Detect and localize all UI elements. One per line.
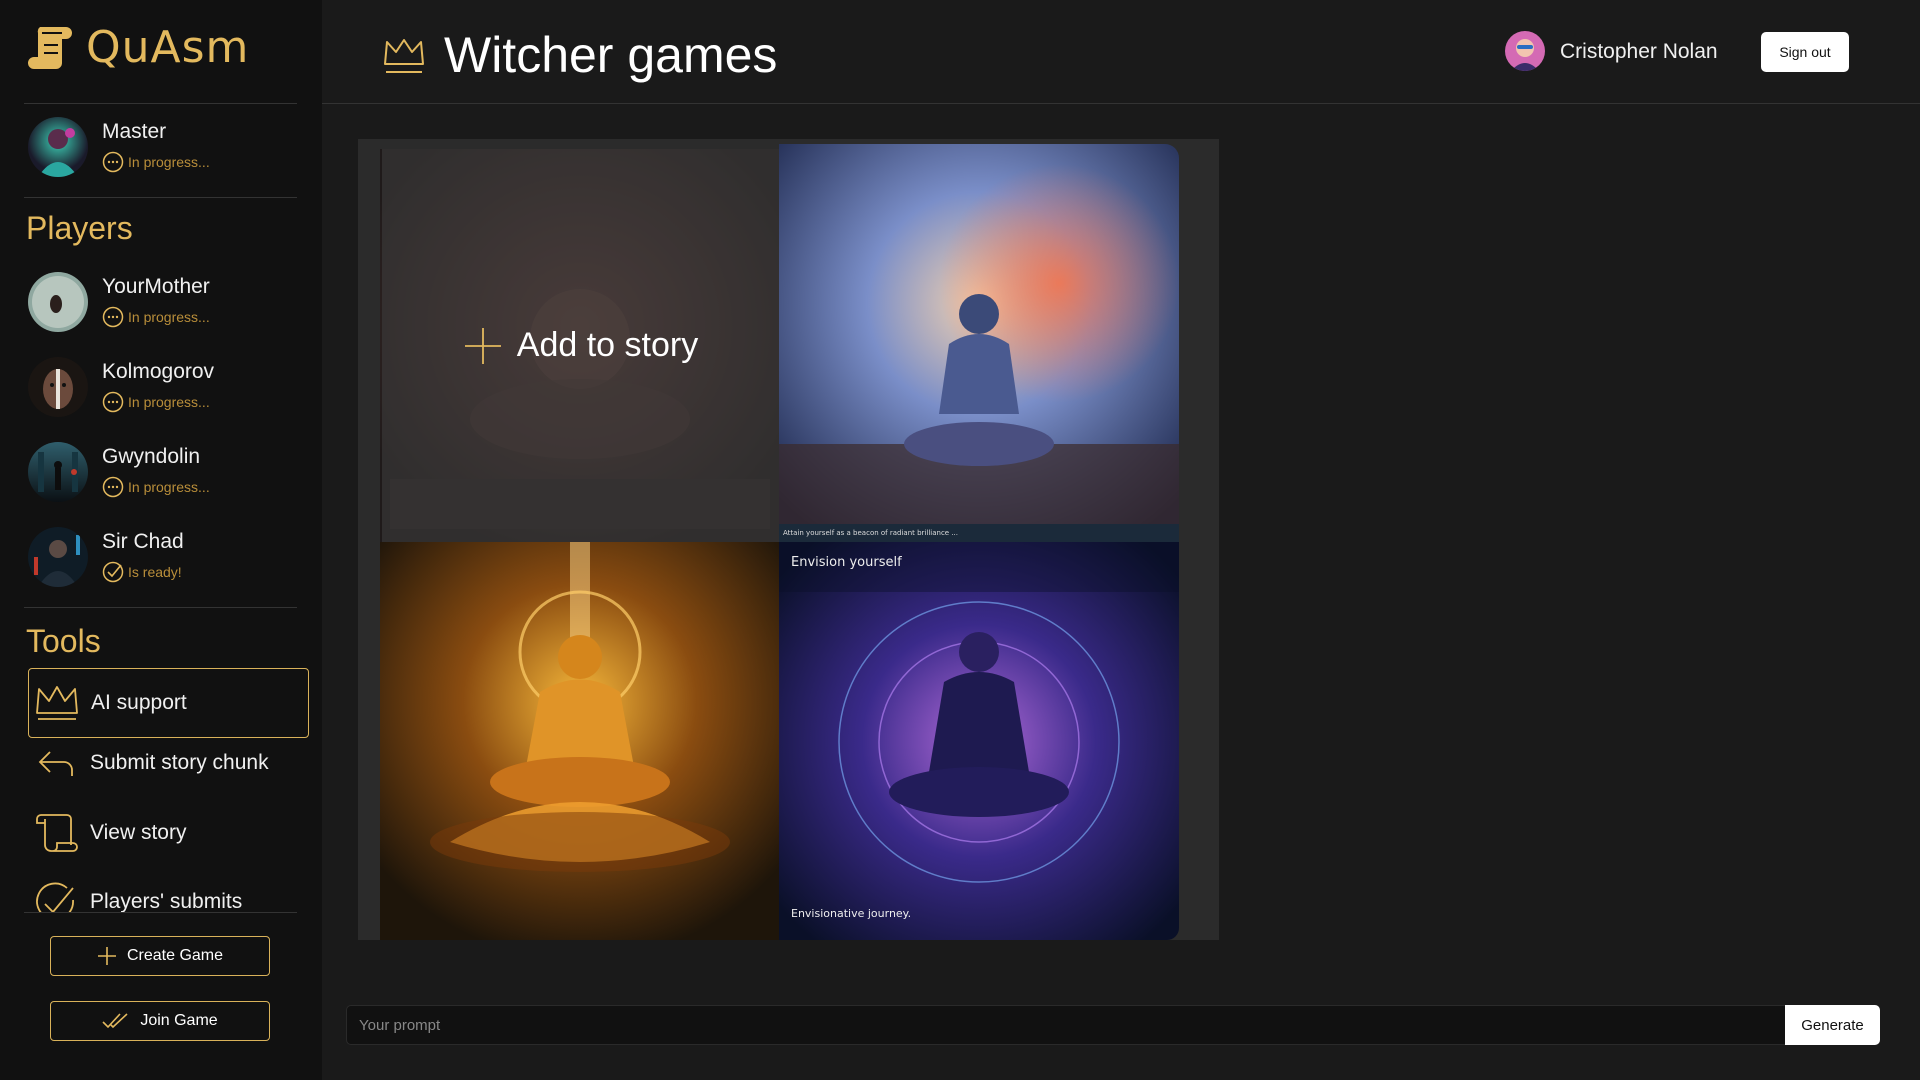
player-card[interactable]: YourMother In progress... [28, 272, 210, 332]
join-game-label: Join Game [140, 1012, 218, 1029]
page-title: Witcher games [444, 27, 778, 83]
in-progress-icon [102, 476, 124, 498]
player-status-text: In progress... [128, 309, 210, 325]
tool-players-submits[interactable]: Players' submits [28, 866, 309, 912]
avatar [28, 272, 88, 332]
user-avatar[interactable] [1505, 31, 1545, 71]
image-caption-footer: Envisionative journey. [791, 907, 911, 920]
add-to-story-button[interactable]: Add to story [382, 149, 779, 542]
player-name: YourMother [102, 275, 210, 298]
double-check-icon [102, 1013, 128, 1029]
player-name: Kolmogorov [102, 360, 215, 383]
avatar [28, 357, 88, 417]
in-progress-icon [102, 151, 124, 173]
in-progress-icon [102, 391, 124, 413]
crown-icon [33, 679, 81, 727]
reply-arrow-icon [32, 739, 80, 787]
image-caption-title: Envision yourself [791, 555, 902, 570]
divider [24, 197, 297, 198]
check-circle-icon [32, 880, 80, 912]
create-game-button[interactable]: Create Game [50, 936, 270, 976]
master-status: In progress... [102, 151, 210, 173]
logo: QuAsm [28, 22, 249, 73]
player-status-text: Is ready! [128, 564, 182, 580]
sign-out-button[interactable]: Sign out [1761, 32, 1849, 72]
join-game-button[interactable]: Join Game [50, 1001, 270, 1041]
avatar [28, 442, 88, 502]
scroll-logo-icon [28, 26, 72, 69]
app-name: QuAsm [86, 22, 250, 73]
create-game-label: Create Game [126, 947, 224, 964]
tool-label: Players' submits [90, 890, 243, 912]
player-status: In progress... [102, 306, 210, 328]
app-root: QuAsm Master In progress... Players Your… [0, 0, 1920, 1080]
tools-heading: Tools [26, 623, 101, 659]
avatar [28, 527, 88, 587]
user-name: Cristopher Nolan [1560, 40, 1718, 63]
master-name: Master [102, 120, 167, 143]
plus-icon [97, 947, 116, 965]
tool-label: AI support [91, 691, 187, 714]
player-card[interactable]: Gwyndolin In progress... [28, 442, 210, 502]
image-grid: Attain yourself as a beacon of radiant b… [358, 139, 1219, 940]
generated-image-3[interactable] [380, 542, 780, 940]
master-card[interactable]: Master In progress... [28, 117, 210, 177]
tool-label: View story [90, 821, 187, 844]
master-status-text: In progress... [128, 154, 210, 170]
player-card[interactable]: Kolmogorov In progress... [28, 357, 214, 417]
divider [24, 103, 297, 104]
prompt-input[interactable] [346, 1005, 1786, 1045]
tool-label: Submit story chunk [90, 751, 269, 774]
player-status-text: In progress... [128, 394, 210, 410]
divider [24, 607, 297, 608]
add-to-story-label: Add to story [516, 326, 699, 364]
scroll-icon [32, 809, 80, 857]
player-card[interactable]: Sir Chad Is ready! [28, 527, 184, 587]
player-status: In progress... [102, 476, 210, 498]
generated-image-2[interactable]: Attain yourself as a beacon of radiant b… [779, 144, 1179, 542]
tool-view-story[interactable]: View story [28, 798, 309, 868]
generated-image-4[interactable]: Envision yourself Envisionative journey. [779, 542, 1179, 940]
players-heading: Players [26, 210, 133, 246]
in-progress-icon [102, 306, 124, 328]
svg-text:Attain yourself as a beacon of: Attain yourself as a beacon of radiant b… [783, 529, 958, 537]
sidebar: QuAsm Master In progress... Players Your… [0, 0, 322, 1080]
avatar [28, 117, 88, 177]
tool-submit-story-chunk[interactable]: Submit story chunk [28, 728, 309, 798]
player-name: Sir Chad [102, 530, 184, 553]
player-name: Gwyndolin [102, 445, 201, 468]
player-status: Is ready! [102, 561, 184, 583]
plus-icon [464, 327, 501, 364]
crown-icon [384, 39, 424, 73]
generate-button[interactable]: Generate [1785, 1005, 1880, 1045]
player-status: In progress... [102, 391, 214, 413]
player-status-text: In progress... [128, 479, 210, 495]
divider [24, 912, 297, 913]
ready-check-icon [102, 561, 124, 583]
